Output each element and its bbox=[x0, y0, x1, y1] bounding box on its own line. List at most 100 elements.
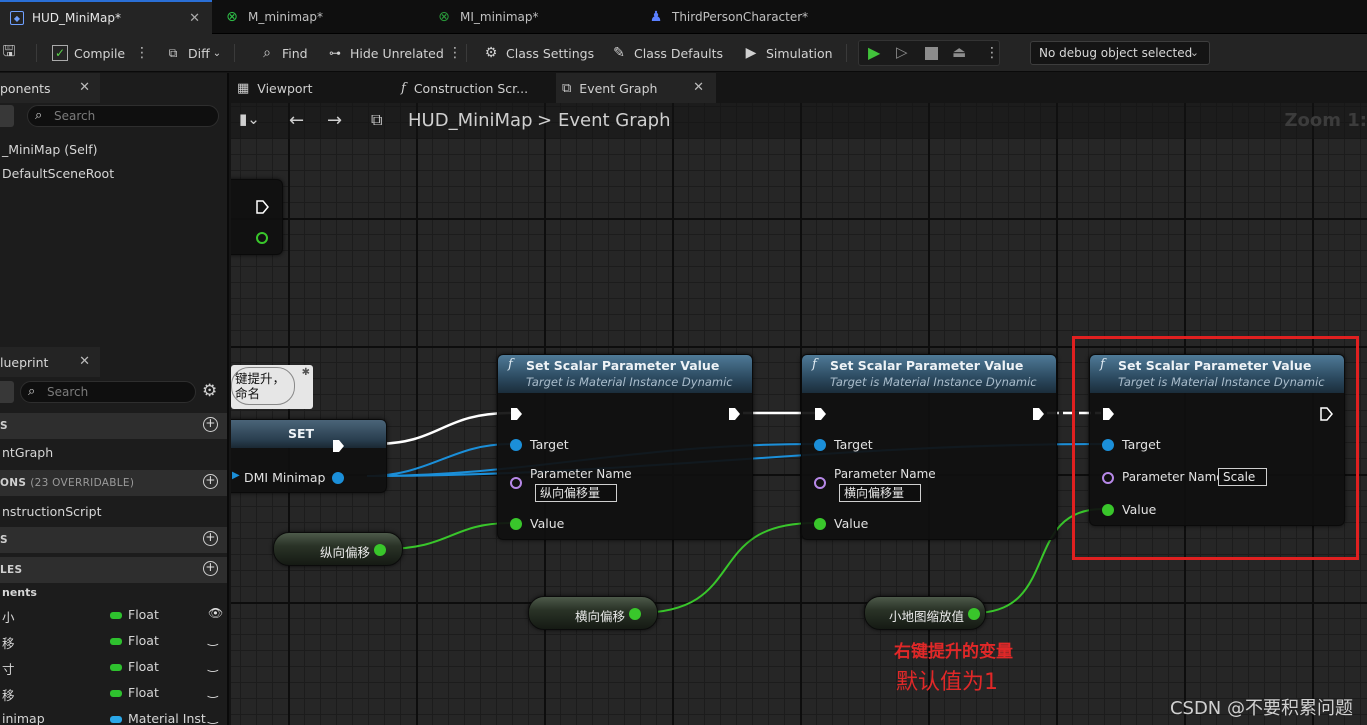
find-button[interactable]: ⌕ Find bbox=[258, 34, 308, 72]
section-graphs[interactable]: S + bbox=[0, 413, 227, 439]
variable-row[interactable]: 小 Float 👁 bbox=[0, 602, 227, 628]
my-blueprint-tab[interactable]: lueprint ✕ bbox=[0, 347, 100, 377]
add-function-plus-icon[interactable]: + bbox=[203, 474, 218, 489]
add-button[interactable] bbox=[0, 381, 14, 403]
hide-unrelated-icon: ⊶ bbox=[329, 46, 341, 60]
tab-event-graph[interactable]: ⧉ Event Graph ✕ bbox=[556, 73, 716, 103]
tab-construction-script[interactable]: f Construction Scr... bbox=[401, 73, 553, 103]
eye-closed-icon[interactable]: ‿ bbox=[208, 632, 218, 646]
component-item-default-scene-root[interactable]: DefaultSceneRoot bbox=[2, 166, 114, 181]
variable-get-node[interactable]: 小地图缩放值 bbox=[864, 596, 986, 630]
close-icon[interactable]: ✕ bbox=[79, 354, 90, 369]
variable-row[interactable]: 移 Float ‿ bbox=[0, 680, 227, 706]
class-settings-button[interactable]: ⚙ Class Settings bbox=[482, 34, 594, 72]
set-variable-node[interactable]: SET DMI Minimap ▶ bbox=[231, 419, 387, 493]
section-functions[interactable]: ONS (23 OVERRIDABLE) + bbox=[0, 470, 227, 496]
name-in-pin-icon[interactable] bbox=[814, 477, 826, 489]
doc-tab-m-minimap[interactable]: ⊗ M_minimap* bbox=[214, 0, 424, 34]
play-icon[interactable]: ▶ bbox=[868, 43, 880, 62]
exec-in-pin-icon[interactable] bbox=[510, 407, 523, 421]
parameter-name-field[interactable]: 纵向偏移量 bbox=[535, 484, 617, 502]
add-variable-plus-icon[interactable]: + bbox=[203, 561, 218, 576]
close-icon[interactable]: ✕ bbox=[79, 80, 90, 95]
variable-name: 移 bbox=[2, 688, 15, 703]
compile-label: Compile bbox=[74, 45, 126, 61]
components-tab[interactable]: ponents ✕ bbox=[0, 73, 100, 103]
stop-icon[interactable] bbox=[925, 47, 938, 60]
event-node-partial[interactable] bbox=[231, 179, 283, 255]
simulation-button[interactable]: ▶ Simulation bbox=[742, 34, 833, 72]
tab-label: Viewport bbox=[257, 80, 313, 96]
pin-icon[interactable]: ✱ bbox=[302, 367, 310, 378]
eye-open-icon[interactable]: 👁 bbox=[208, 606, 223, 620]
section-sublabel: (23 OVERRIDABLE) bbox=[30, 477, 135, 489]
variable-get-node[interactable]: 横向偏移 bbox=[528, 596, 658, 630]
exec-out-pin-icon[interactable] bbox=[728, 407, 741, 421]
save-button[interactable]: 🖫 bbox=[0, 34, 24, 72]
components-category[interactable]: nents bbox=[2, 586, 37, 599]
doc-tab-third-person-character[interactable]: ♟ ThirdPersonCharacter* bbox=[638, 0, 898, 34]
exec-in-pin-icon[interactable] bbox=[814, 407, 827, 421]
name-in-pin-icon[interactable] bbox=[510, 477, 522, 489]
doc-tab-hud-minimap[interactable]: ◆ HUD_MiniMap* ✕ bbox=[0, 0, 212, 34]
close-icon[interactable]: ✕ bbox=[693, 80, 704, 95]
document-tab-bar: ◆ HUD_MiniMap* ✕ ⊗ M_minimap* ⊗ MI_minim… bbox=[0, 0, 1367, 34]
compile-options-dots[interactable]: ⋮ bbox=[135, 46, 149, 60]
set-scalar-parameter-node[interactable]: f Set Scalar Parameter Value Target is M… bbox=[497, 354, 753, 540]
float-out-pin-icon[interactable] bbox=[256, 232, 268, 244]
components-tab-label: ponents bbox=[0, 80, 51, 96]
parameter-name-field[interactable]: 横向偏移量 bbox=[839, 484, 921, 502]
exec-out-pin-icon[interactable] bbox=[256, 200, 269, 214]
class-defaults-button[interactable]: ✎ Class Defaults bbox=[610, 34, 723, 72]
object-out-pin-icon[interactable] bbox=[332, 472, 344, 484]
component-item-self[interactable]: _MiniMap (Self) bbox=[2, 142, 98, 157]
search-icon: ⌕ bbox=[28, 384, 36, 399]
eye-closed-icon[interactable]: ‿ bbox=[208, 710, 218, 724]
scalar-node-subtitle: Target is Material Instance Dynamic bbox=[526, 375, 733, 389]
gear-icon[interactable]: ⚙ bbox=[202, 381, 217, 401]
object-in-pin-icon[interactable] bbox=[510, 439, 522, 451]
add-component-button[interactable] bbox=[0, 105, 14, 127]
doc-tab-mi-minimap[interactable]: ⊗ MI_minimap* bbox=[426, 0, 636, 34]
hide-unrelated-button[interactable]: ⊶ Hide Unrelated bbox=[326, 34, 444, 72]
exec-out-pin-icon[interactable] bbox=[332, 439, 345, 453]
eject-icon[interactable]: ⏏ bbox=[952, 43, 966, 61]
float-out-pin-icon[interactable] bbox=[968, 608, 980, 620]
section-variables[interactable]: LES + bbox=[0, 557, 227, 583]
chevron-down-icon: ⌄ bbox=[212, 47, 222, 59]
eye-closed-icon[interactable]: ‿ bbox=[208, 658, 218, 672]
compile-button[interactable]: ✓ Compile bbox=[52, 34, 125, 72]
tab-viewport[interactable]: ▦ Viewport bbox=[237, 73, 395, 103]
doc-tab-label: HUD_MiniMap* bbox=[32, 11, 121, 25]
tab-label: Construction Scr... bbox=[413, 80, 529, 96]
diff-button[interactable]: ⧉ Diff ⌄ bbox=[164, 34, 221, 72]
hide-unrelated-options-dots[interactable]: ⋮ bbox=[448, 46, 462, 60]
float-wire bbox=[383, 522, 512, 550]
float-out-pin-icon[interactable] bbox=[374, 544, 386, 556]
exec-out-pin-icon[interactable] bbox=[1032, 407, 1045, 421]
construction-script-item[interactable]: nstructionScript bbox=[2, 504, 101, 519]
variable-get-node[interactable]: 纵向偏移 bbox=[273, 532, 403, 566]
section-macros[interactable]: S + bbox=[0, 527, 227, 553]
float-in-pin-icon[interactable] bbox=[510, 518, 522, 530]
comment-bubble[interactable]: 键提升， 命名 ✱ bbox=[231, 365, 313, 409]
variable-row[interactable]: inimap Material Inst ‿ bbox=[0, 706, 227, 725]
set-scalar-parameter-node[interactable]: f Set Scalar Parameter Value Target is M… bbox=[801, 354, 1057, 540]
step-icon[interactable]: ▷ bbox=[896, 43, 908, 61]
object-in-pin-icon[interactable] bbox=[814, 439, 826, 451]
variable-row[interactable]: 移 Float ‿ bbox=[0, 628, 227, 654]
add-macro-plus-icon[interactable]: + bbox=[203, 531, 218, 546]
components-search-input[interactable]: ⌕ Search bbox=[27, 105, 219, 127]
debug-object-select[interactable]: No debug object selected ⌄ bbox=[1030, 41, 1210, 65]
event-graph-item[interactable]: ntGraph bbox=[2, 445, 53, 460]
close-icon[interactable]: ✕ bbox=[189, 11, 200, 26]
float-in-pin-icon[interactable] bbox=[814, 518, 826, 530]
save-icon: 🖫 bbox=[2, 41, 16, 60]
variable-row[interactable]: 寸 Float ‿ bbox=[0, 654, 227, 680]
blueprint-search-input[interactable]: ⌕ Search bbox=[20, 381, 196, 403]
float-out-pin-icon[interactable] bbox=[629, 608, 641, 620]
find-label: Find bbox=[282, 45, 308, 61]
play-options-dots[interactable]: ⋮ bbox=[985, 45, 999, 61]
add-graph-plus-icon[interactable]: + bbox=[203, 417, 218, 432]
eye-closed-icon[interactable]: ‿ bbox=[208, 684, 218, 698]
